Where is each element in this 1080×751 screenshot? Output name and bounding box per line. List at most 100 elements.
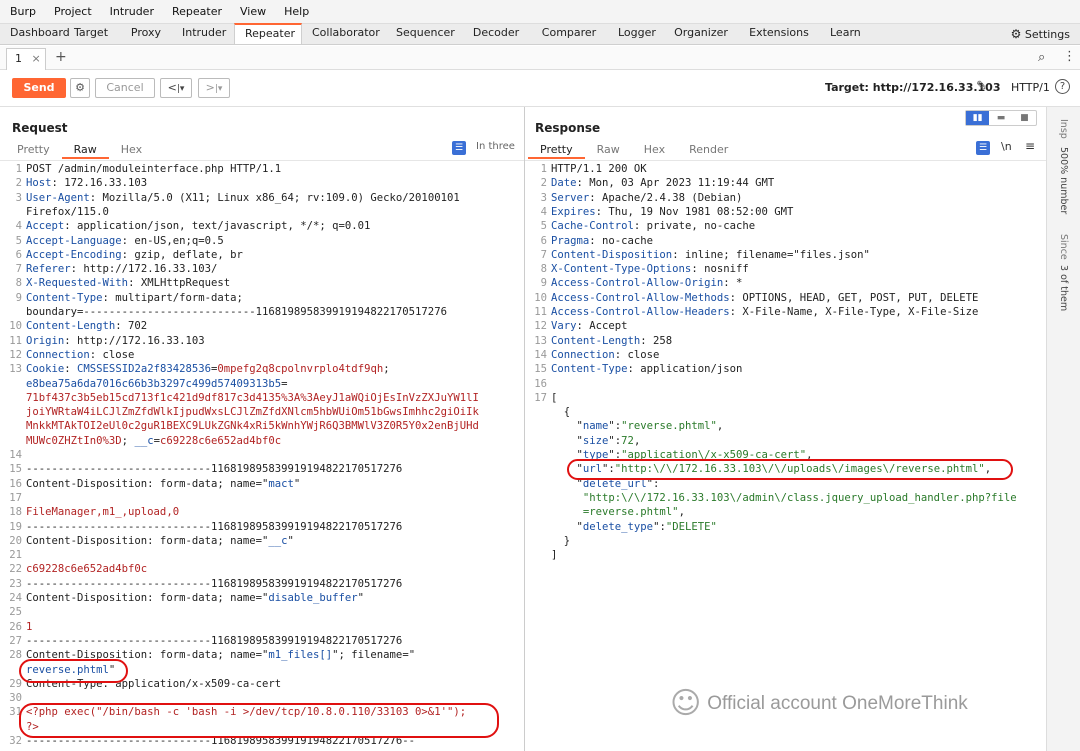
tab-proxy[interactable]: Proxy: [120, 23, 172, 44]
menu-burp[interactable]: Burp: [10, 5, 36, 18]
code-token: : Mon, 03 Apr 2023 11:19:44 GMT: [576, 177, 775, 190]
line-text: Connection: close: [551, 348, 659, 362]
menu-icon[interactable]: ≡: [1025, 139, 1035, 153]
line-text: joiYWRtaW4iLCJlZmZfdWlkIjpudWxsLCJlZmZfd…: [26, 405, 479, 419]
menu-repeater[interactable]: Repeater: [172, 5, 222, 18]
code-line: ]: [525, 548, 1046, 562]
code-token: : Mozilla/5.0 (X11; Linux x86_64; rv:109…: [89, 191, 460, 204]
tab-logger[interactable]: Logger: [608, 23, 664, 44]
tab-hex[interactable]: Hex: [109, 142, 154, 159]
tab-extensions[interactable]: Extensions: [738, 23, 820, 44]
help-icon[interactable]: ?: [1055, 79, 1070, 94]
code-line: 27 -----------------------------116819895…: [0, 634, 524, 648]
line-text: Access-Control-Allow-Headers: X-File-Nam…: [551, 305, 978, 319]
inspector-label-number[interactable]: 500% number: [1058, 147, 1069, 214]
response-editor[interactable]: 1 HTTP/1.1 200 OK 2 Date: Mon, 03 Apr 2023 …: [525, 162, 1046, 751]
close-icon[interactable]: ×: [32, 52, 41, 65]
inspector-label-since[interactable]: Since: [1058, 234, 1069, 260]
line-number: 11: [534, 306, 547, 318]
target-label[interactable]: Target: http://172.16.33.103: [825, 81, 1000, 94]
tab-render[interactable]: Render: [677, 142, 740, 159]
line-text: c69228c6e652ad4bf0c: [26, 562, 147, 576]
code-line: =reverse.phtml",: [525, 505, 1046, 519]
line-text: [: [551, 391, 557, 405]
side-by-side-icon[interactable]: ▮▮: [966, 111, 990, 125]
code-token: Content-Length: [26, 320, 116, 333]
line-number: 10: [534, 291, 547, 304]
code-line: MnkkMTAkTOI2eUl0c2guR1BEXC9LUkZGNk4xRi5k…: [0, 419, 524, 433]
highlight-payload: [19, 703, 499, 738]
line-text: "size":72,: [551, 434, 641, 448]
inspector-sidebar: Insp 500% number Since 3 of them: [1046, 107, 1080, 751]
code-token: Server: [551, 191, 590, 204]
code-line: 13 Cookie: CMSSESSID2a2f83428536=0mpefg2q…: [0, 362, 524, 376]
list-icon[interactable]: ☰: [452, 141, 466, 155]
code-token: m1_files[]: [268, 649, 333, 662]
code-token: : http://172.16.33.103: [64, 334, 205, 347]
line-text: Expires: Thu, 19 Nov 1981 08:52:00 GMT: [551, 205, 793, 219]
line-text: Content-Disposition: form-data; name="ma…: [26, 477, 300, 491]
tab-collaborator[interactable]: Collaborator: [302, 23, 386, 44]
settings-button[interactable]: ⚙ Settings: [1011, 24, 1070, 45]
forward-button[interactable]: >|▾: [198, 78, 230, 98]
subtab-1[interactable]: 1 ×: [6, 48, 46, 70]
code-line: 71bf437c3b5eb15cd713f1c421d9df817c3d4135…: [0, 391, 524, 405]
tab-organizer[interactable]: Organizer: [664, 23, 738, 44]
line-number: 4: [540, 205, 547, 218]
code-line: boundary=---------------------------1168…: [0, 305, 524, 319]
single-icon[interactable]: ■: [1013, 111, 1036, 125]
line-text: Pragma: no-cache: [551, 234, 653, 248]
tab-raw[interactable]: Raw: [61, 142, 109, 159]
inspector-label[interactable]: Insp: [1058, 119, 1069, 139]
send-button[interactable]: Send: [12, 78, 66, 98]
code-token: : en-US,en;q=0.5: [121, 234, 224, 247]
newline-toggle[interactable]: \n: [1001, 140, 1012, 153]
search-icon[interactable]: ⌕: [1038, 50, 1045, 65]
tab-repeater[interactable]: Repeater: [234, 23, 302, 44]
code-token: : X-File-Name, X-File-Type, X-File-Size: [729, 306, 979, 318]
line-number: 5: [15, 234, 22, 247]
inspector-label-them[interactable]: 3 of them: [1058, 265, 1069, 311]
line-text: Accept-Encoding: gzip, deflate, br: [26, 248, 243, 262]
menu-intruder[interactable]: Intruder: [110, 5, 154, 18]
protocol-label[interactable]: HTTP/1: [1011, 81, 1050, 94]
line-number: 7: [15, 263, 22, 276]
list-icon[interactable]: ☰: [976, 141, 990, 155]
cancel-button[interactable]: Cancel: [95, 78, 155, 98]
tab-learn[interactable]: Learn: [820, 23, 870, 44]
tab-target[interactable]: Target: [62, 23, 120, 44]
line-text: 1: [26, 620, 32, 634]
tab-pretty[interactable]: Pretty: [528, 142, 585, 159]
code-token: ":: [608, 420, 622, 433]
line-number: 3: [15, 191, 22, 204]
menu-help[interactable]: Help: [284, 5, 309, 18]
tab-decoder[interactable]: Decoder: [462, 23, 530, 44]
code-token: joiYWRtaW4iLCJlZmZfdWlkIjpudWxsLCJlZmZfd…: [26, 406, 479, 419]
tab-hex[interactable]: Hex: [632, 142, 677, 159]
more-icon[interactable]: ⋮: [1063, 49, 1076, 64]
tab-comparer[interactable]: Comparer: [530, 23, 608, 44]
line-number: 1: [540, 163, 547, 175]
code-line: 2 Date: Mon, 03 Apr 2023 11:19:44 GMT: [525, 176, 1046, 190]
line-number: 12: [534, 320, 547, 333]
menu-bar: Burp Project Intruder Repeater View Help: [0, 0, 1080, 24]
menu-project[interactable]: Project: [54, 5, 92, 18]
tab-intruder[interactable]: Intruder: [172, 23, 234, 44]
code-line: 24 Content-Disposition: form-data; name="…: [0, 591, 524, 605]
tab-pretty[interactable]: Pretty: [5, 142, 62, 159]
code-token: : application/json, text/javascript, */*…: [64, 220, 371, 233]
code-token: Pragma: [551, 234, 590, 247]
tab-dashboard[interactable]: Dashboard: [0, 23, 70, 44]
code-token: Access-Control-Allow-Headers: [551, 306, 730, 318]
tab-sequencer[interactable]: Sequencer: [386, 23, 462, 44]
code-token: : no-cache: [589, 234, 654, 247]
tab-raw[interactable]: Raw: [585, 142, 632, 159]
menu-view[interactable]: View: [240, 5, 266, 18]
code-token: c69228c6e652ad4bf0c: [26, 563, 148, 576]
send-options-button[interactable]: ⚙: [70, 78, 90, 98]
edit-pencil-icon[interactable]: ✎: [976, 79, 987, 94]
code-token: : http://172.16.33.103/: [70, 263, 218, 276]
add-tab-button[interactable]: +: [55, 49, 67, 65]
back-button[interactable]: <|▾: [160, 78, 192, 98]
horizontal-icon[interactable]: ▬: [989, 111, 1012, 125]
